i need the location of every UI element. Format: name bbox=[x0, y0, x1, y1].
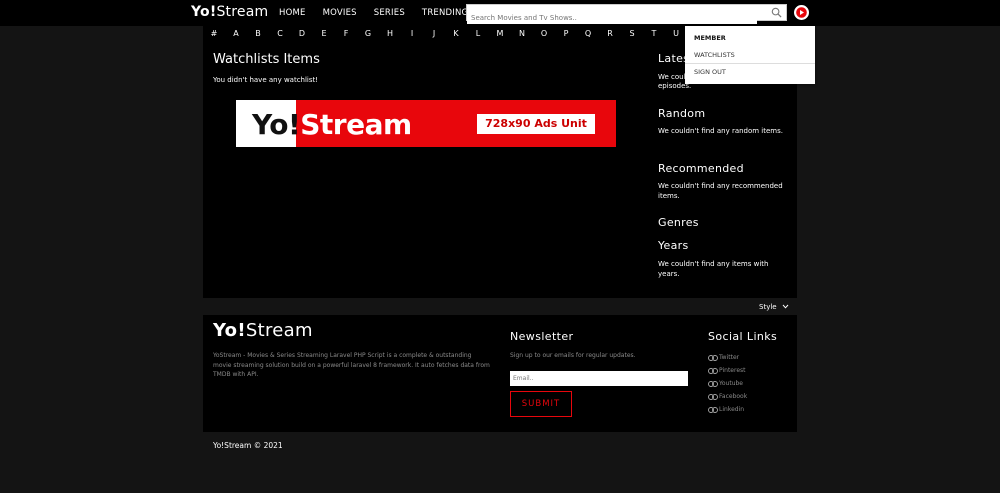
alpha-item[interactable]: # bbox=[203, 29, 225, 38]
member-dropdown: MEMBER WATCHLISTS SIGN OUT bbox=[685, 26, 815, 84]
link-icon bbox=[708, 393, 718, 400]
dropdown-sign-out[interactable]: SIGN OUT bbox=[694, 68, 726, 76]
nav-series[interactable]: SERIES bbox=[374, 8, 405, 18]
divider bbox=[685, 63, 815, 64]
social-link-pinterest[interactable]: Pinterest bbox=[708, 367, 746, 374]
years-heading: Years bbox=[658, 239, 689, 252]
footer: Yo!Stream YoStream - Movies & Series Str… bbox=[203, 315, 797, 432]
link-icon bbox=[708, 406, 718, 413]
alpha-item[interactable]: M bbox=[489, 29, 511, 38]
recommended-heading: Recommended bbox=[658, 162, 744, 175]
random-text: We couldn't find any random items. bbox=[658, 127, 783, 135]
dropdown-watchlists[interactable]: WATCHLISTS bbox=[694, 51, 735, 59]
empty-message: You didn't have any watchlist! bbox=[213, 76, 319, 84]
newsletter-submit-button[interactable]: SUBMIT bbox=[510, 391, 572, 417]
main-nav: HOME MOVIES SERIES TRENDING bbox=[279, 8, 485, 18]
alpha-item[interactable]: U bbox=[665, 29, 687, 38]
style-toggle[interactable]: Style bbox=[759, 303, 789, 311]
footer-description: YoStream - Movies & Series Streaming Lar… bbox=[213, 352, 490, 378]
link-icon bbox=[708, 380, 718, 387]
ad-logo: Yo!Stream bbox=[252, 108, 412, 141]
alpha-item[interactable]: G bbox=[357, 29, 379, 38]
alpha-item[interactable]: H bbox=[379, 29, 401, 38]
nav-movies[interactable]: MOVIES bbox=[323, 8, 357, 18]
alpha-item[interactable]: B bbox=[247, 29, 269, 38]
link-icon bbox=[708, 354, 718, 361]
dropdown-header: MEMBER bbox=[694, 34, 726, 42]
social-link-facebook[interactable]: Facebook bbox=[708, 393, 747, 400]
alpha-item[interactable]: J bbox=[423, 29, 445, 38]
alpha-item[interactable]: K bbox=[445, 29, 467, 38]
site-logo[interactable]: Yo!Stream bbox=[191, 4, 268, 20]
ad-unit-label: 728x90 Ads Unit bbox=[477, 114, 595, 134]
ad-banner[interactable]: Yo!Stream 728x90 Ads Unit bbox=[236, 100, 616, 147]
alpha-item[interactable]: I bbox=[401, 29, 423, 38]
alpha-item[interactable]: R bbox=[599, 29, 621, 38]
newsletter-heading: Newsletter bbox=[510, 330, 574, 343]
link-icon bbox=[708, 367, 718, 374]
social-link-twitter[interactable]: Twitter bbox=[708, 354, 739, 361]
alpha-item[interactable]: O bbox=[533, 29, 555, 38]
newsletter-email-input[interactable] bbox=[510, 371, 688, 386]
alpha-item[interactable]: Q bbox=[577, 29, 599, 38]
random-heading: Random bbox=[658, 107, 706, 120]
style-toggle-label: Style bbox=[759, 303, 777, 311]
chevron-down-icon bbox=[782, 304, 789, 309]
social-link-youtube[interactable]: Youtube bbox=[708, 380, 743, 387]
social-link-linkedin[interactable]: Linkedin bbox=[708, 406, 744, 413]
search-icon[interactable] bbox=[771, 7, 782, 18]
nav-home[interactable]: HOME bbox=[279, 8, 306, 18]
alpha-item[interactable]: E bbox=[313, 29, 335, 38]
alpha-item[interactable]: S bbox=[621, 29, 643, 38]
page-title: Watchlists Items bbox=[213, 52, 320, 67]
alpha-item[interactable]: C bbox=[269, 29, 291, 38]
alpha-item[interactable]: T bbox=[643, 29, 665, 38]
alpha-item[interactable]: N bbox=[511, 29, 533, 38]
alpha-item[interactable]: L bbox=[467, 29, 489, 38]
years-text: We couldn't find any items with years. bbox=[658, 260, 769, 278]
social-heading: Social Links bbox=[708, 330, 778, 343]
recommended-text: We couldn't find any recommended items. bbox=[658, 182, 783, 200]
search-box bbox=[466, 4, 787, 26]
alpha-item[interactable]: P bbox=[555, 29, 577, 38]
genres-heading: Genres bbox=[658, 216, 699, 229]
play-icon bbox=[796, 7, 807, 18]
top-navbar: Yo!Stream HOME MOVIES SERIES TRENDING bbox=[0, 0, 1000, 26]
alpha-item[interactable]: F bbox=[335, 29, 357, 38]
user-avatar-button[interactable] bbox=[794, 5, 809, 20]
copyright: Yo!Stream © 2021 bbox=[213, 441, 283, 450]
alpha-item[interactable]: A bbox=[225, 29, 247, 38]
footer-logo[interactable]: Yo!Stream bbox=[213, 320, 313, 341]
newsletter-subtitle: Sign up to our emails for regular update… bbox=[510, 352, 636, 359]
nav-trending[interactable]: TRENDING bbox=[422, 8, 468, 18]
alpha-item[interactable]: D bbox=[291, 29, 313, 38]
